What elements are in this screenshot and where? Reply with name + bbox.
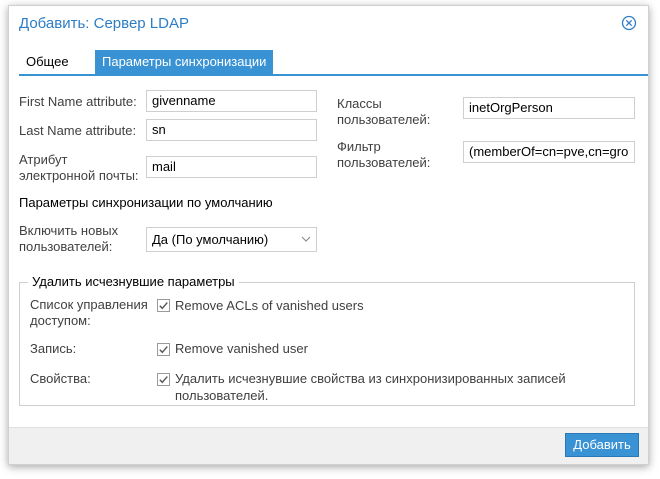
user-classes-label-line2: пользователей: xyxy=(337,112,431,127)
dialog-title: Добавить: Сервер LDAP xyxy=(19,15,189,32)
properties-checkbox-label[interactable]: Удалить исчезнувшие свойства из синхрони… xyxy=(175,370,566,404)
chevron-down-icon xyxy=(301,236,311,242)
enable-new-label: Включить новых пользователей: xyxy=(19,223,118,255)
last-name-label: Last Name attribute: xyxy=(19,123,137,138)
email-label: Атрибут электронной почты: xyxy=(19,152,139,184)
first-name-label: First Name attribute: xyxy=(19,94,137,109)
acl-label-line1: Список управления xyxy=(30,297,148,312)
user-filter-label-line2: пользователей: xyxy=(337,155,431,170)
tab-general[interactable]: Общее xyxy=(19,50,76,74)
user-classes-input[interactable]: inetOrgPerson xyxy=(463,97,635,119)
acl-checkbox[interactable] xyxy=(157,299,170,312)
user-classes-label: Классы пользователей: xyxy=(337,96,430,128)
dialog-header: Добавить: Сервер LDAP xyxy=(9,6,648,46)
enable-new-value: Да (По умолчанию) xyxy=(152,232,269,247)
remove-vanished-fieldset: Удалить исчезнувшие параметры Список упр… xyxy=(19,274,635,406)
acl-label: Список управления доступом: xyxy=(30,297,148,329)
entry-checkbox[interactable] xyxy=(157,343,170,356)
entry-checkbox-label[interactable]: Remove vanished user xyxy=(175,340,308,357)
enable-new-select[interactable]: Да (По умолчанию) xyxy=(146,227,317,252)
acl-label-line2: доступом: xyxy=(30,313,91,328)
remove-vanished-legend: Удалить исчезнувшие параметры xyxy=(28,274,239,289)
entry-label: Запись: xyxy=(30,341,77,356)
user-filter-label-line1: Фильтр xyxy=(337,139,381,154)
tab-sync-options[interactable]: Параметры синхронизации xyxy=(95,50,274,74)
properties-label: Свойства: xyxy=(30,371,91,386)
enable-new-label-line1: Включить новых xyxy=(19,223,119,238)
user-filter-input[interactable]: (memberOf=cn=pve,cn=gro xyxy=(463,141,635,163)
default-sync-section-title: Параметры синхронизации по умолчанию xyxy=(19,195,273,210)
first-name-input[interactable]: givenname xyxy=(146,90,317,112)
properties-checkbox-label-line1: Удалить исчезнувшие свойства из синхрони… xyxy=(175,371,566,386)
properties-checkbox-label-line2: пользователей. xyxy=(175,388,269,403)
acl-checkbox-label[interactable]: Remove ACLs of vanished users xyxy=(175,297,364,314)
user-classes-label-line1: Классы xyxy=(337,96,382,111)
enable-new-label-line2: пользователей: xyxy=(19,239,113,254)
dialog-footer: Добавить xyxy=(9,427,648,464)
last-name-input[interactable]: sn xyxy=(146,119,317,141)
dialog-body: First Name attribute: givenname Last Nam… xyxy=(9,76,648,431)
ldap-server-dialog: Добавить: Сервер LDAP Общее Параметры си… xyxy=(8,5,649,465)
user-filter-label: Фильтр пользователей: xyxy=(337,139,430,171)
email-label-line2: электронной почты: xyxy=(19,168,139,183)
close-icon xyxy=(621,15,637,31)
add-button[interactable]: Добавить xyxy=(565,433,639,457)
email-input[interactable]: mail xyxy=(146,156,317,178)
properties-checkbox[interactable] xyxy=(157,373,170,386)
email-label-line1: Атрибут xyxy=(19,152,68,167)
close-button[interactable] xyxy=(621,15,637,31)
tab-bar: Общее Параметры синхронизации xyxy=(19,50,648,76)
